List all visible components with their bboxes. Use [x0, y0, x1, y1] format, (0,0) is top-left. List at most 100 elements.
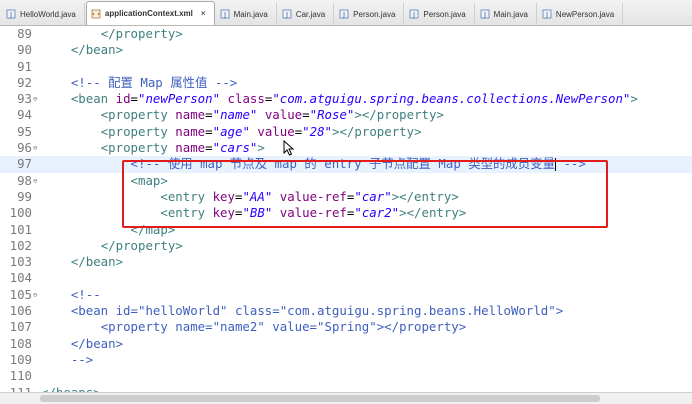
xml-comment: --> — [70, 351, 94, 367]
code-line[interactable]: 110 — [0, 368, 692, 384]
xml-tag: <map> — [130, 172, 168, 188]
xml-attribute-name: name — [175, 107, 206, 123]
code-text: <bean id="helloWorld" class="com.atguigu… — [41, 303, 563, 319]
xml-attribute-name: key — [212, 188, 235, 204]
xml-attribute-value: "com.atguigu.spring.beans.collections.Ne… — [272, 91, 631, 107]
xml-tag: </bean> — [70, 42, 124, 58]
code-text: <bean id="newPerson" class="com.atguigu.… — [41, 91, 638, 107]
code-line[interactable]: 92 <!-- 配置 Map 属性值 --> — [0, 75, 692, 91]
tab-applicationcontext-xml-1[interactable]: applicationContext.xml × — [85, 1, 215, 25]
xml-comment: --> — [555, 156, 586, 172]
code-line[interactable]: 97 <!-- 使用 map 节点及 map 的 entry 子节点配置 Map… — [0, 156, 692, 173]
code-editor[interactable]: 89 </property> 90 </bean> 91 92 <!-- 配置 Map… — [0, 26, 692, 392]
xml-tag: </property> — [100, 26, 183, 41]
code-line[interactable]: 91 — [0, 59, 692, 75]
xml-attribute-value: "car" — [354, 188, 392, 204]
xml-attribute-value: "age" — [212, 123, 250, 139]
code-line[interactable]: 108 </bean> — [0, 336, 692, 352]
code-line[interactable]: 100 <entry key="BB" value-ref="car2"></e… — [0, 205, 692, 221]
xml-attribute-value: "Rose" — [309, 107, 355, 123]
code-text: </bean> — [41, 254, 123, 270]
code-text: <property name="name2" value="Spring"></… — [41, 319, 467, 335]
line-number: 98 — [17, 172, 32, 188]
tab-label: HelloWorld.java — [20, 9, 76, 19]
code-line[interactable]: 99 <entry key="AA" value-ref="car"></ent… — [0, 189, 692, 205]
xml-attribute-value: "cars" — [212, 140, 258, 156]
tab-label: applicationContext.xml — [104, 9, 193, 18]
code-text: </map> — [41, 222, 176, 238]
tab-person-java-5[interactable]: J Person.java — [405, 3, 475, 25]
xml-comment: <!-- — [70, 286, 101, 302]
xml-punctuation: = — [302, 107, 310, 123]
line-number: 93 — [17, 91, 32, 107]
fold-toggle-icon[interactable]: ⊖ — [33, 140, 39, 156]
code-text: </bean> — [41, 336, 123, 352]
tab-helloworld-java-0[interactable]: J HelloWorld.java — [2, 3, 85, 25]
scrollbar-thumb[interactable] — [40, 395, 600, 402]
line-number: 103 — [9, 254, 32, 270]
xml-tag: <entry — [160, 205, 213, 221]
xml-file-icon — [91, 9, 101, 18]
editor-tab-bar: J HelloWorld.java applicationContext.xml × J… — [0, 0, 692, 26]
code-line[interactable]: 94 <property name="name" value="Rose"></… — [0, 107, 692, 123]
xml-attribute-value: "BB" — [242, 205, 273, 221]
line-number: 99 — [17, 188, 32, 204]
tab-label: Main.java — [233, 9, 268, 19]
code-line[interactable]: 101 </map> — [0, 222, 692, 238]
horizontal-scrollbar[interactable] — [0, 392, 692, 404]
code-line[interactable]: 93 ⊖ <bean id="newPerson" class="com.atgu… — [0, 91, 692, 107]
code-text: <!-- 配置 Map 属性值 --> — [41, 75, 237, 91]
xml-tag: <property — [100, 123, 176, 139]
xml-attribute-name: name — [175, 140, 206, 156]
tab-newperson-java-7[interactable]: J NewPerson.java — [538, 3, 624, 25]
line-number: 94 — [17, 107, 32, 123]
code-text: <property name="name" value="Rose"></pro… — [41, 107, 444, 123]
mouse-cursor-icon — [283, 140, 295, 156]
xml-attribute-value: "name" — [212, 107, 258, 123]
code-line[interactable]: 96 ⊖ <property name="cars"> — [0, 140, 692, 156]
line-number: 96 — [17, 140, 32, 156]
close-tab-icon[interactable]: × — [201, 9, 206, 18]
code-line[interactable]: 107 <property name="name2" value="Spring… — [0, 319, 692, 335]
xml-tag: ></entry> — [391, 188, 459, 204]
xml-punctuation — [272, 189, 279, 204]
code-line[interactable]: 95 <property name="age" value="28"></pro… — [0, 124, 692, 140]
xml-attribute-name: class — [227, 91, 265, 107]
tab-main-java-6[interactable]: J Main.java — [476, 3, 537, 25]
code-line[interactable]: 103 </bean> — [0, 254, 692, 270]
line-number: 92 — [17, 74, 32, 90]
code-line[interactable]: 98 ⊖ <map> — [0, 173, 692, 189]
code-line[interactable]: 102 </property> — [0, 238, 692, 254]
xml-attribute-name: name — [175, 123, 206, 139]
code-line[interactable]: 109 --> — [0, 352, 692, 368]
tab-main-java-2[interactable]: J Main.java — [216, 3, 277, 25]
code-text: <map> — [41, 173, 168, 189]
fold-toggle-icon[interactable]: ⊖ — [33, 287, 39, 303]
xml-punctuation: = — [130, 91, 138, 107]
code-line[interactable]: 106 <bean id="helloWorld" class="com.atg… — [0, 303, 692, 319]
code-line[interactable]: 89 </property> — [0, 26, 692, 42]
code-line[interactable]: 111 </beans> — [0, 385, 692, 392]
fold-toggle-icon[interactable]: ⊖ — [33, 173, 39, 189]
code-text: </beans> — [41, 385, 101, 392]
code-line[interactable]: 105 ⊖ <!-- — [0, 287, 692, 303]
xml-tag: </beans> — [41, 385, 101, 392]
code-line[interactable]: 90 </bean> — [0, 42, 692, 58]
fold-toggle-icon[interactable]: ⊖ — [33, 91, 39, 107]
xml-punctuation: = — [205, 140, 213, 156]
xml-attribute-name: value-ref — [279, 188, 347, 204]
tab-person-java-4[interactable]: J Person.java — [335, 3, 405, 25]
tab-car-java-3[interactable]: J Car.java — [278, 3, 335, 25]
line-number: 91 — [17, 58, 32, 74]
xml-punctuation — [257, 107, 264, 122]
code-line[interactable]: 104 — [0, 270, 692, 286]
xml-attribute-name: key — [212, 205, 235, 221]
code-text: --> — [41, 352, 93, 368]
